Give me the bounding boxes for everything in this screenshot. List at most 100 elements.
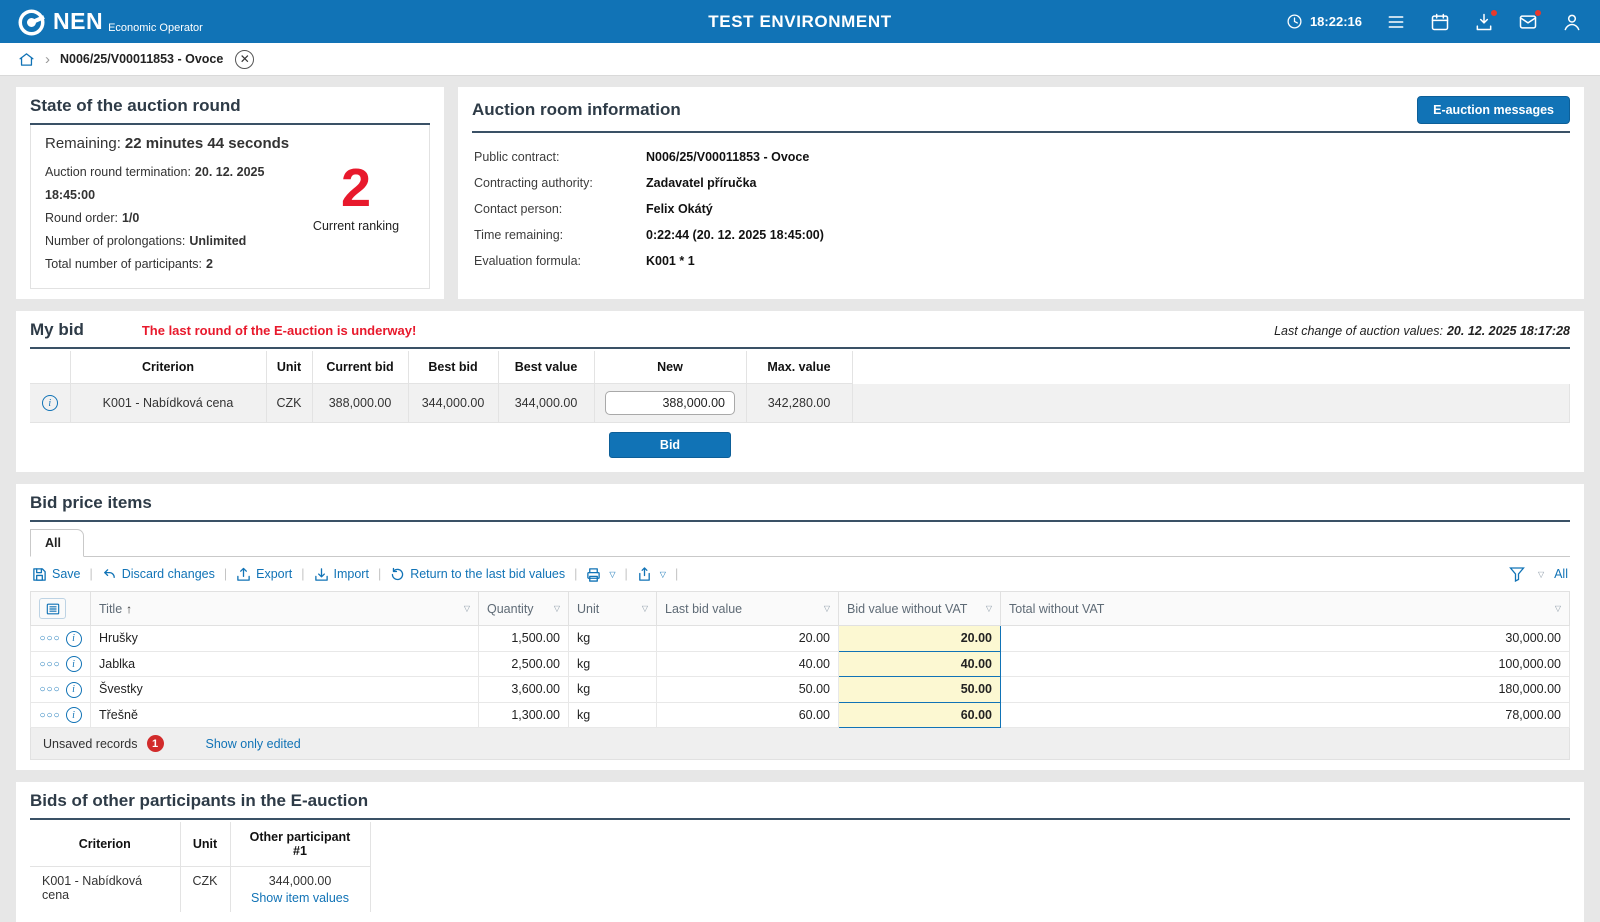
home-icon (18, 51, 35, 68)
room-panel-title: Auction room information (472, 100, 681, 120)
best-bid-cell: 344,000.00 (408, 384, 498, 423)
evaluation-formula-row: Evaluation formula: K001 * 1 (474, 248, 1568, 274)
bid-item-row: ○○○i Hrušky 1,500.00 kg 20.00 20.00 30,0… (31, 626, 1570, 652)
breadcrumb-item[interactable]: N006/25/V00011853 - Ovoce (60, 52, 223, 66)
new-bid-input[interactable] (605, 391, 735, 415)
ranking-caption: Current ranking (297, 219, 415, 233)
menu-button[interactable] (1386, 12, 1406, 32)
downloads-notification-dot (1490, 9, 1498, 17)
filter-button[interactable] (1509, 566, 1525, 582)
messages-button[interactable] (1518, 12, 1538, 32)
bid-items-grid: Title↑▽ Quantity▽ Unit▽ Last bid value▽ … (30, 591, 1570, 728)
item-quantity: 1,300.00 (479, 702, 569, 728)
item-last-bid: 40.00 (657, 651, 839, 677)
show-item-values-link[interactable]: Show item values (243, 891, 358, 905)
tab-all[interactable]: All (30, 529, 84, 557)
calendar-button[interactable] (1430, 12, 1450, 32)
downloads-button[interactable] (1474, 12, 1494, 32)
export-button[interactable]: Export (236, 567, 292, 582)
last-bid-filter-icon[interactable]: ▽ (824, 604, 830, 613)
state-panel-title: State of the auction round (30, 96, 241, 116)
filter-all-select[interactable]: All (1554, 567, 1568, 581)
item-bid-value-input[interactable]: 50.00 (839, 677, 1001, 703)
unit-cell: CZK (180, 867, 230, 913)
person-icon (1562, 12, 1582, 32)
share-button[interactable]: ▽ (637, 567, 666, 582)
row-info-icon[interactable]: i (66, 656, 82, 672)
brand-text: NEN (53, 7, 103, 37)
auction-room-panel: Auction room information E-auction messa… (458, 87, 1584, 299)
contracting-authority-row: Contracting authority: Zadavatel příručk… (474, 170, 1568, 196)
undo-icon (102, 567, 117, 582)
bid-item-row: ○○○i Švestky 3,600.00 kg 50.00 50.00 180… (31, 677, 1570, 703)
item-quantity: 1,500.00 (479, 626, 569, 652)
item-title: Jablka (91, 651, 479, 677)
item-bid-value-input[interactable]: 20.00 (839, 626, 1001, 652)
col-total-header[interactable]: Total without VAT▽ (1001, 592, 1570, 626)
my-bid-table: Criterion Unit Current bid Best bid Best… (30, 351, 1570, 462)
other-bid-row: K001 - Nabídková cena CZK 344,000.00 Sho… (30, 867, 370, 913)
col-last-bid-header[interactable]: Last bid value▽ (657, 592, 839, 626)
bid-items-toolbar: Save | Discard changes | Export | Import… (30, 557, 1570, 591)
item-unit: kg (569, 651, 657, 677)
total-filter-icon[interactable]: ▽ (1555, 604, 1561, 613)
home-button[interactable] (18, 51, 35, 68)
criterion-info-icon[interactable]: i (42, 395, 58, 411)
nen-logo[interactable]: NEN Economic Operator (18, 7, 203, 37)
eauction-messages-button[interactable]: E-auction messages (1417, 96, 1570, 124)
row-info-icon[interactable]: i (66, 707, 82, 723)
printer-icon (586, 567, 601, 582)
share-icon (637, 567, 652, 582)
col-quantity-header[interactable]: Quantity▽ (479, 592, 569, 626)
item-total: 30,000.00 (1001, 626, 1570, 652)
save-button[interactable]: Save (32, 567, 81, 582)
item-bid-value-input[interactable]: 60.00 (839, 702, 1001, 728)
max-value-cell: 342,280.00 (746, 384, 852, 423)
bid-items-title: Bid price items (30, 493, 152, 513)
return-last-bid-values-button[interactable]: Return to the last bid values (390, 567, 565, 582)
col-title-header[interactable]: Title↑▽ (91, 592, 479, 626)
col-unit-header[interactable]: Unit▽ (569, 592, 657, 626)
show-only-edited-link[interactable]: Show only edited (206, 737, 301, 751)
save-icon (32, 567, 47, 582)
clock-icon (1286, 13, 1303, 30)
profile-button[interactable] (1562, 12, 1582, 32)
bid-value-filter-icon[interactable]: ▽ (986, 604, 992, 613)
filter-dropdown-icon[interactable]: ▽ (1538, 570, 1544, 579)
item-unit: kg (569, 626, 657, 652)
col-bid-value-header[interactable]: Bid value without VAT▽ (839, 592, 1001, 626)
import-button[interactable]: Import (314, 567, 369, 582)
row-menu-icon[interactable]: ○○○ (39, 633, 60, 644)
item-unit: kg (569, 677, 657, 703)
discard-changes-button[interactable]: Discard changes (102, 567, 215, 582)
col-best-bid: Best bid (408, 351, 498, 384)
participant-bid-value: 344,000.00 (269, 874, 332, 888)
bid-button[interactable]: Bid (609, 432, 731, 458)
other-participants-panel: Bids of other participants in the E-auct… (16, 782, 1584, 922)
col-max-value: Max. value (746, 351, 852, 384)
item-total: 78,000.00 (1001, 702, 1570, 728)
column-chooser-button[interactable] (39, 598, 66, 619)
breadcrumb: › N006/25/V00011853 - Ovoce ✕ (0, 43, 1600, 76)
title-filter-icon[interactable]: ▽ (464, 604, 470, 613)
col-other-participant: Other participant #1 (230, 822, 370, 867)
row-info-icon[interactable]: i (66, 682, 82, 698)
unit-filter-icon[interactable]: ▽ (642, 604, 648, 613)
clock: 18:22:16 (1286, 13, 1362, 30)
bid-items-tabstrip: All (30, 529, 1570, 557)
row-menu-icon[interactable]: ○○○ (39, 684, 60, 695)
print-button[interactable]: ▽ (586, 567, 615, 582)
round-termination: Auction round termination:20. 12. 2025 1… (45, 161, 297, 207)
other-bids-table: Criterion Unit Other participant #1 K001… (30, 822, 371, 912)
item-bid-value-input[interactable]: 40.00 (839, 651, 1001, 677)
close-tab-icon[interactable]: ✕ (235, 50, 254, 69)
row-menu-icon[interactable]: ○○○ (39, 659, 60, 670)
messages-notification-dot (1534, 9, 1542, 17)
top-bar: NEN Economic Operator TEST ENVIRONMENT 1… (0, 0, 1600, 43)
unsaved-records-label: Unsaved records (43, 737, 138, 751)
breadcrumb-separator-icon: › (45, 51, 50, 68)
row-info-icon[interactable]: i (66, 631, 82, 647)
my-bid-panel: My bid The last round of the E-auction i… (16, 311, 1584, 472)
row-menu-icon[interactable]: ○○○ (39, 710, 60, 721)
quantity-filter-icon[interactable]: ▽ (554, 604, 560, 613)
